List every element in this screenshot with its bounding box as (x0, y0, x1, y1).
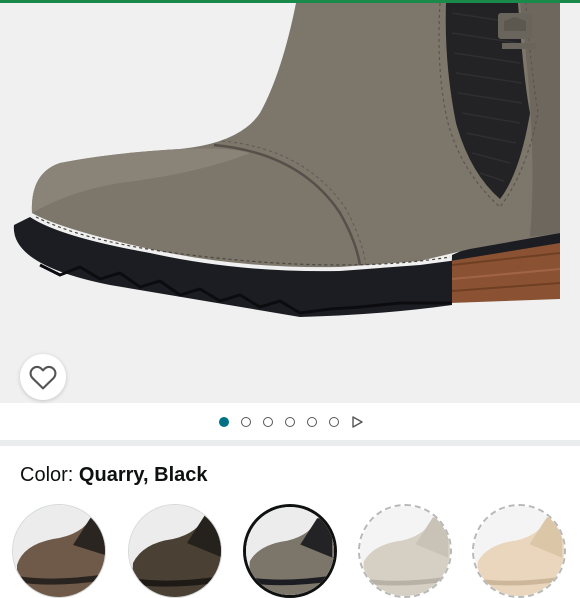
color-swatch-4[interactable] (358, 504, 452, 598)
color-swatch-list (0, 504, 580, 598)
gallery-dot-3[interactable] (263, 417, 273, 427)
heart-icon (29, 365, 57, 390)
swatch-3-image (246, 507, 334, 595)
gallery-dot-6[interactable] (329, 417, 339, 427)
color-swatch-5[interactable] (472, 504, 566, 598)
color-swatch-2[interactable] (128, 504, 222, 598)
gallery-dot-1[interactable] (219, 417, 229, 427)
selected-color-name: Quarry, Black (78, 464, 208, 486)
add-to-wishlist-button[interactable] (20, 354, 66, 400)
swatch-5-image (474, 506, 564, 596)
color-swatch-1[interactable] (12, 504, 106, 598)
gallery-dot-2[interactable] (241, 417, 251, 427)
gallery-dot-5[interactable] (307, 417, 317, 427)
gallery-dot-4[interactable] (285, 417, 295, 427)
swatch-1-image (13, 505, 105, 597)
section-divider (0, 440, 580, 446)
gallery-pagination (0, 412, 580, 432)
product-image-boot (13, 3, 561, 317)
color-swatch-3[interactable] (243, 504, 337, 598)
swatch-4-image (360, 506, 450, 596)
swatch-2-image (129, 505, 221, 597)
product-image-gallery[interactable] (0, 3, 580, 403)
color-selection-label: Color: Quarry, Black (20, 462, 208, 488)
video-play-icon[interactable] (351, 416, 363, 428)
color-label: Color: (20, 464, 74, 486)
